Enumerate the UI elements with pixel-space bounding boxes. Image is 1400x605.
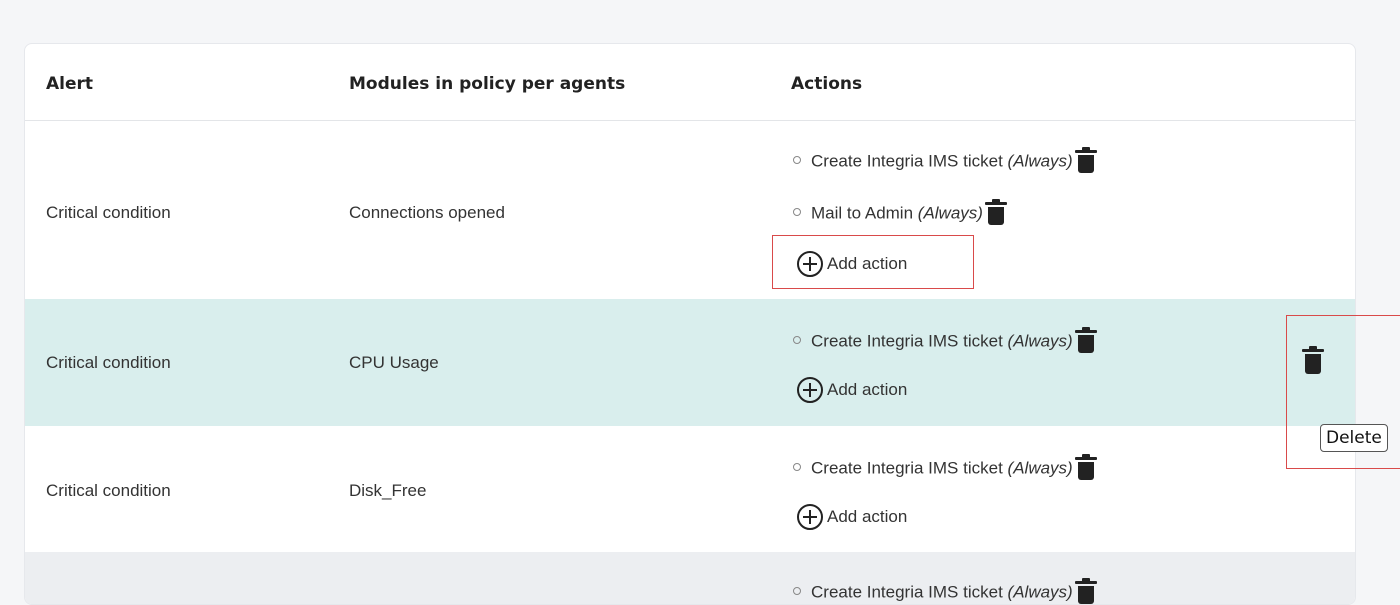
action-mode: (Always) [917,203,983,223]
add-action-label: Add action [827,507,908,526]
bullet-icon [793,156,801,164]
action-item: Create Integria IMS ticket (Always) [793,327,1097,355]
bullet-icon [793,336,801,344]
action-item: Create Integria IMS ticket (Always) [793,454,1097,482]
delete-action-trash-icon[interactable] [1074,147,1097,173]
alerts-table-panel: Alert Modules in policy per agents Actio… [24,43,1356,605]
add-action-button[interactable]: Add action [795,375,907,405]
alert-cell: Critical condition [46,481,171,500]
bullet-icon [793,463,801,471]
bullet-icon [793,587,801,595]
table-row: Critical condition Disk_Free Create Inte… [25,426,1355,552]
delete-row-trash-icon[interactable] [1298,341,1326,383]
add-action-button[interactable]: Add action [795,502,907,532]
module-cell: CPU Usage [349,353,439,372]
add-action-label: Add action [827,380,908,399]
table-row: Critical condition Connections opened Cr… [25,121,1355,299]
table-row: Create Integria IMS ticket (Always) [25,552,1355,604]
action-name: Mail to Admin [811,203,914,223]
delete-action-trash-icon[interactable] [1074,454,1097,480]
action-name: Create Integria IMS ticket [811,458,1003,478]
module-cell: Connections opened [349,203,505,222]
header-modules: Modules in policy per agents [349,74,626,94]
action-mode: (Always) [1007,458,1073,478]
action-name: Create Integria IMS ticket [811,582,1003,602]
table-header: Alert Modules in policy per agents Actio… [25,44,1355,121]
alert-cell: Critical condition [46,203,171,222]
bullet-icon [793,208,801,216]
action-mode: (Always) [1007,331,1073,351]
module-cell: Disk_Free [349,481,427,500]
add-circle-icon [795,375,825,405]
header-alert: Alert [46,74,94,94]
delete-tooltip: Delete [1320,424,1388,452]
action-item: Mail to Admin (Always) [793,199,1007,227]
action-name: Create Integria IMS ticket [811,151,1003,171]
delete-action-trash-icon[interactable] [1074,578,1097,604]
action-item: Create Integria IMS ticket (Always) [793,147,1097,175]
action-name: Create Integria IMS ticket [811,331,1003,351]
add-circle-icon [795,502,825,532]
action-mode: (Always) [1007,582,1073,602]
alert-cell: Critical condition [46,353,171,372]
action-mode: (Always) [1007,151,1073,171]
annotation-box-add-action [772,235,974,289]
delete-action-trash-icon[interactable] [984,199,1007,225]
table-row: Critical condition CPU Usage Create Inte… [25,299,1355,426]
delete-action-trash-icon[interactable] [1074,327,1097,353]
header-actions: Actions [791,74,863,94]
